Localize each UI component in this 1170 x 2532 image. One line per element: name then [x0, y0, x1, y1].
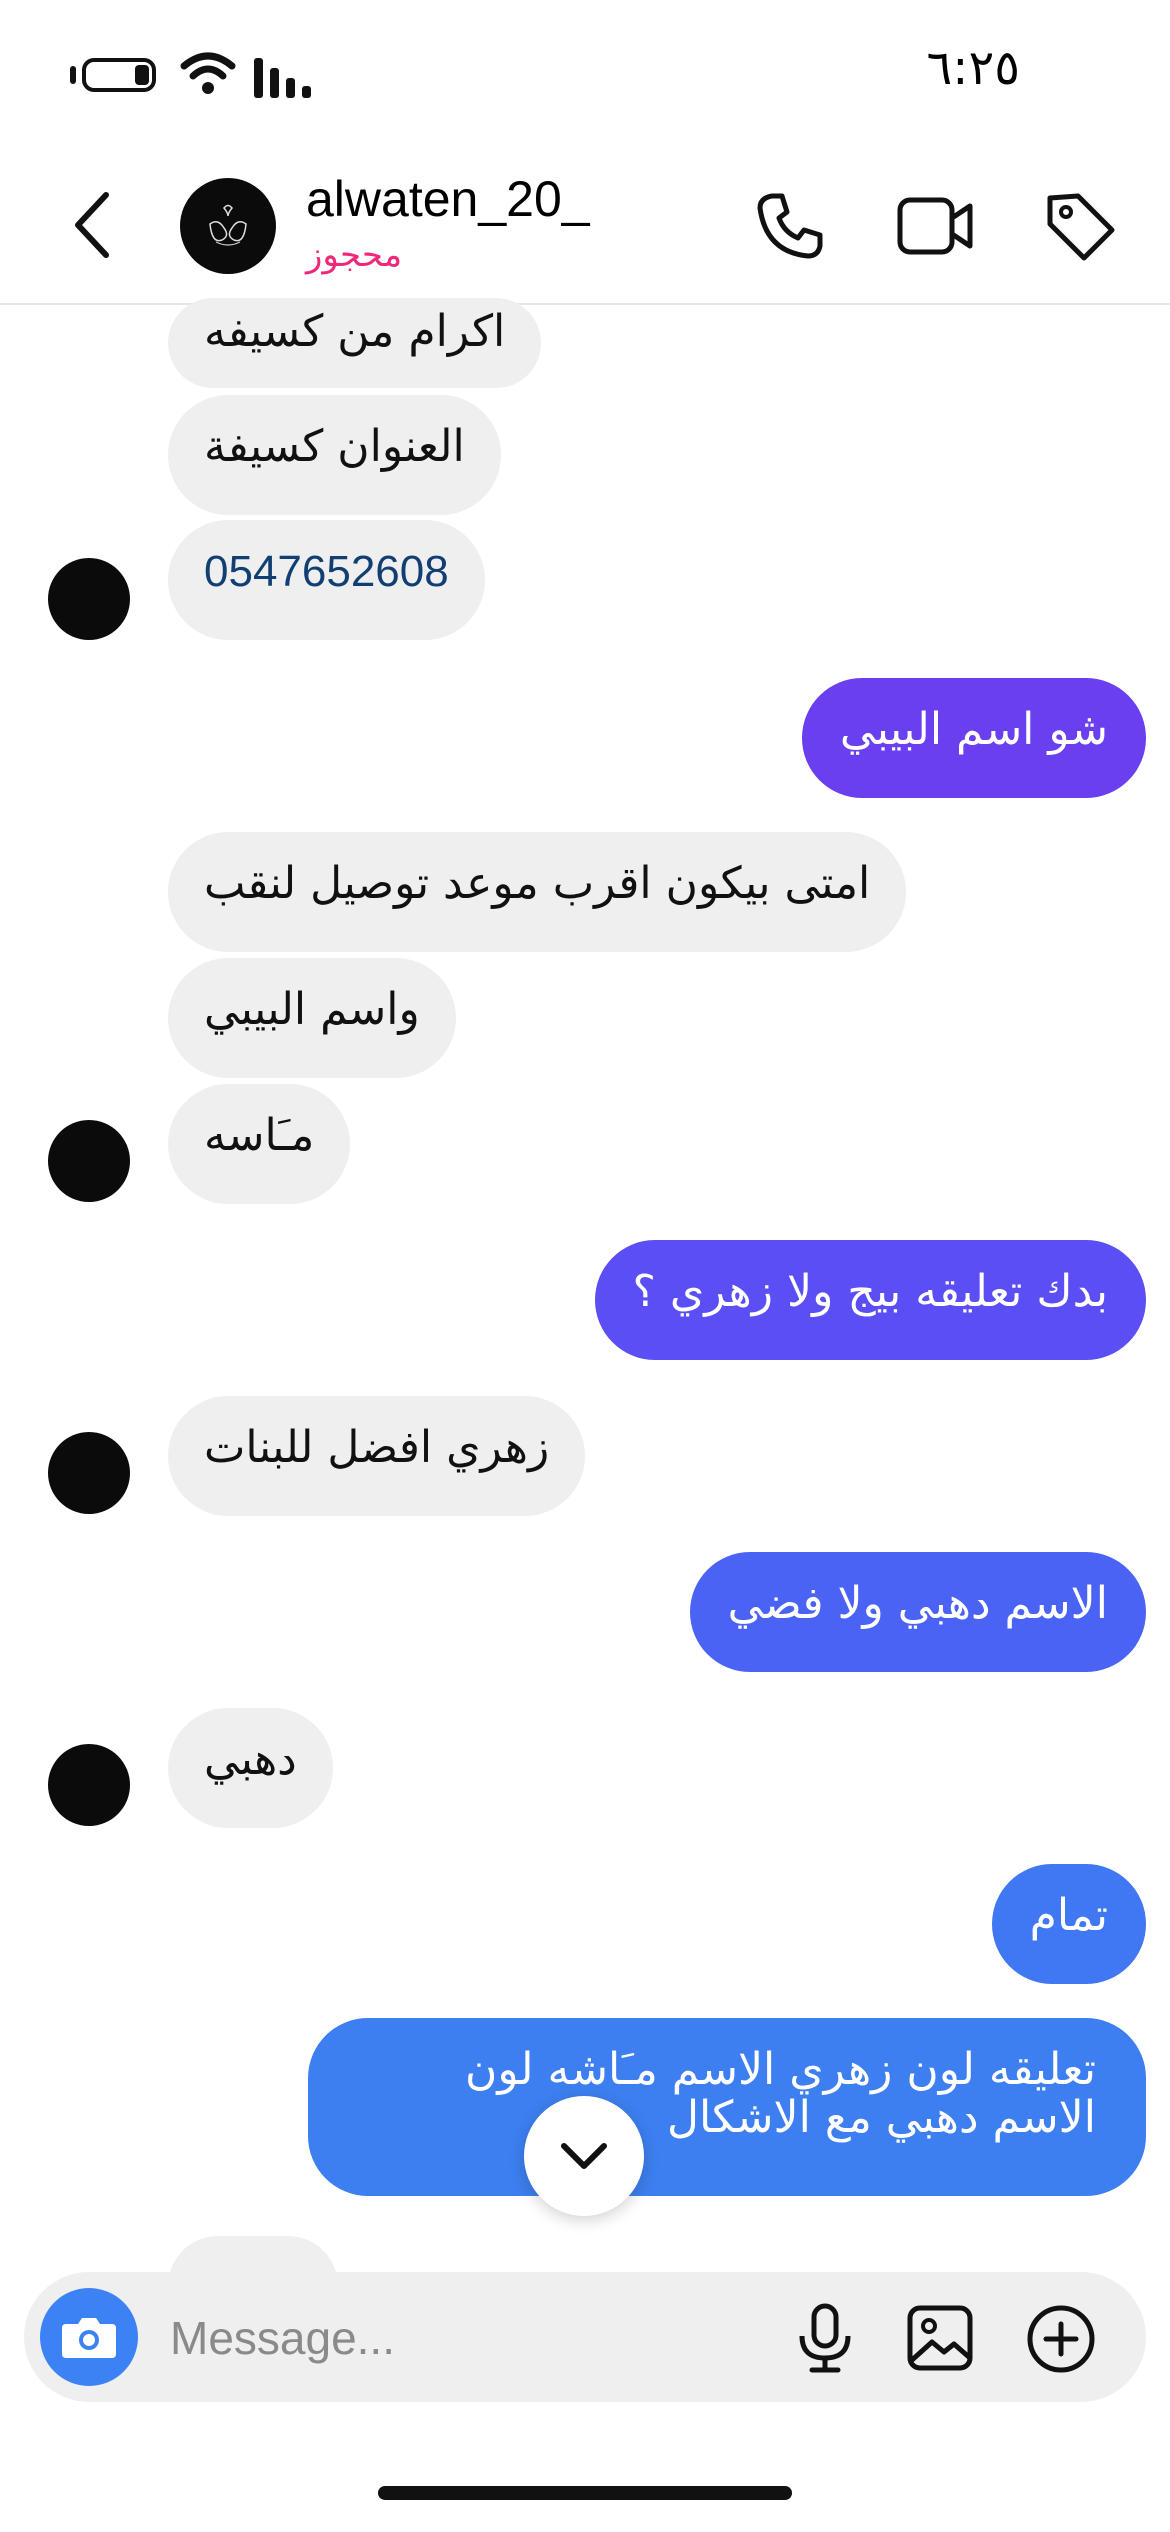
- incoming-message[interactable]: واسم البيبي: [168, 958, 456, 1078]
- message-composer: [24, 2272, 1146, 2402]
- incoming-message[interactable]: مـَاسه: [168, 1084, 351, 1204]
- plus-circle-icon[interactable]: [1024, 2302, 1098, 2376]
- battery-icon: [82, 58, 156, 92]
- microphone-icon[interactable]: [792, 2302, 858, 2374]
- gallery-icon[interactable]: [904, 2302, 976, 2374]
- wifi-icon: [180, 52, 236, 94]
- outgoing-message[interactable]: تمام: [991, 1864, 1146, 1984]
- contact-avatar-small: [48, 1744, 130, 1826]
- battery-nub: [70, 66, 76, 84]
- scroll-to-bottom-button[interactable]: [524, 2096, 644, 2216]
- contact-username[interactable]: alwaten_20_: [306, 170, 590, 228]
- chevron-down-icon: [561, 2143, 607, 2169]
- message-input[interactable]: [168, 2300, 772, 2376]
- chat-header: alwaten_20_ محجوز: [0, 150, 1170, 305]
- outgoing-message[interactable]: بدك تعليقه بيج ولا زهري ؟: [594, 1240, 1146, 1360]
- contact-avatar-small: [48, 558, 130, 640]
- video-camera-icon[interactable]: [896, 188, 976, 264]
- status-time: ٦:٢٥: [926, 40, 1020, 96]
- contact-avatar-small: [48, 1120, 130, 1202]
- back-chevron-icon[interactable]: [62, 185, 122, 265]
- camera-button[interactable]: [40, 2288, 138, 2386]
- incoming-message[interactable]: اكرام من كسيفه: [168, 298, 542, 388]
- tag-icon[interactable]: [1042, 188, 1118, 264]
- outgoing-message[interactable]: تعليقه لون زهري الاسم مـَاشه لون الاسم د…: [308, 2018, 1146, 2196]
- outgoing-message[interactable]: شو اسم البيبي: [801, 678, 1146, 798]
- status-bar: ٦:٢٥: [0, 0, 1170, 150]
- contact-avatar[interactable]: [180, 178, 276, 274]
- incoming-message[interactable]: دهبي: [168, 1708, 333, 1828]
- contact-avatar-small: [48, 1432, 130, 1514]
- camera-icon: [62, 2318, 116, 2358]
- incoming-message[interactable]: امتى بيكون اقرب موعد توصيل لنقب: [168, 832, 907, 952]
- signal-icon: [254, 58, 311, 98]
- phone-icon[interactable]: [752, 188, 828, 264]
- avatar-logo-icon: [209, 204, 247, 246]
- contact-status-label: محجوز: [306, 235, 403, 275]
- incoming-message[interactable]: زهري افضل للبنات: [168, 1396, 586, 1516]
- outgoing-message[interactable]: الاسم دهبي ولا فضي: [689, 1552, 1146, 1672]
- incoming-message[interactable]: العنوان كسيفة: [168, 395, 501, 515]
- incoming-message-phone-number[interactable]: 0547652608: [168, 520, 485, 640]
- home-indicator[interactable]: [378, 2486, 792, 2500]
